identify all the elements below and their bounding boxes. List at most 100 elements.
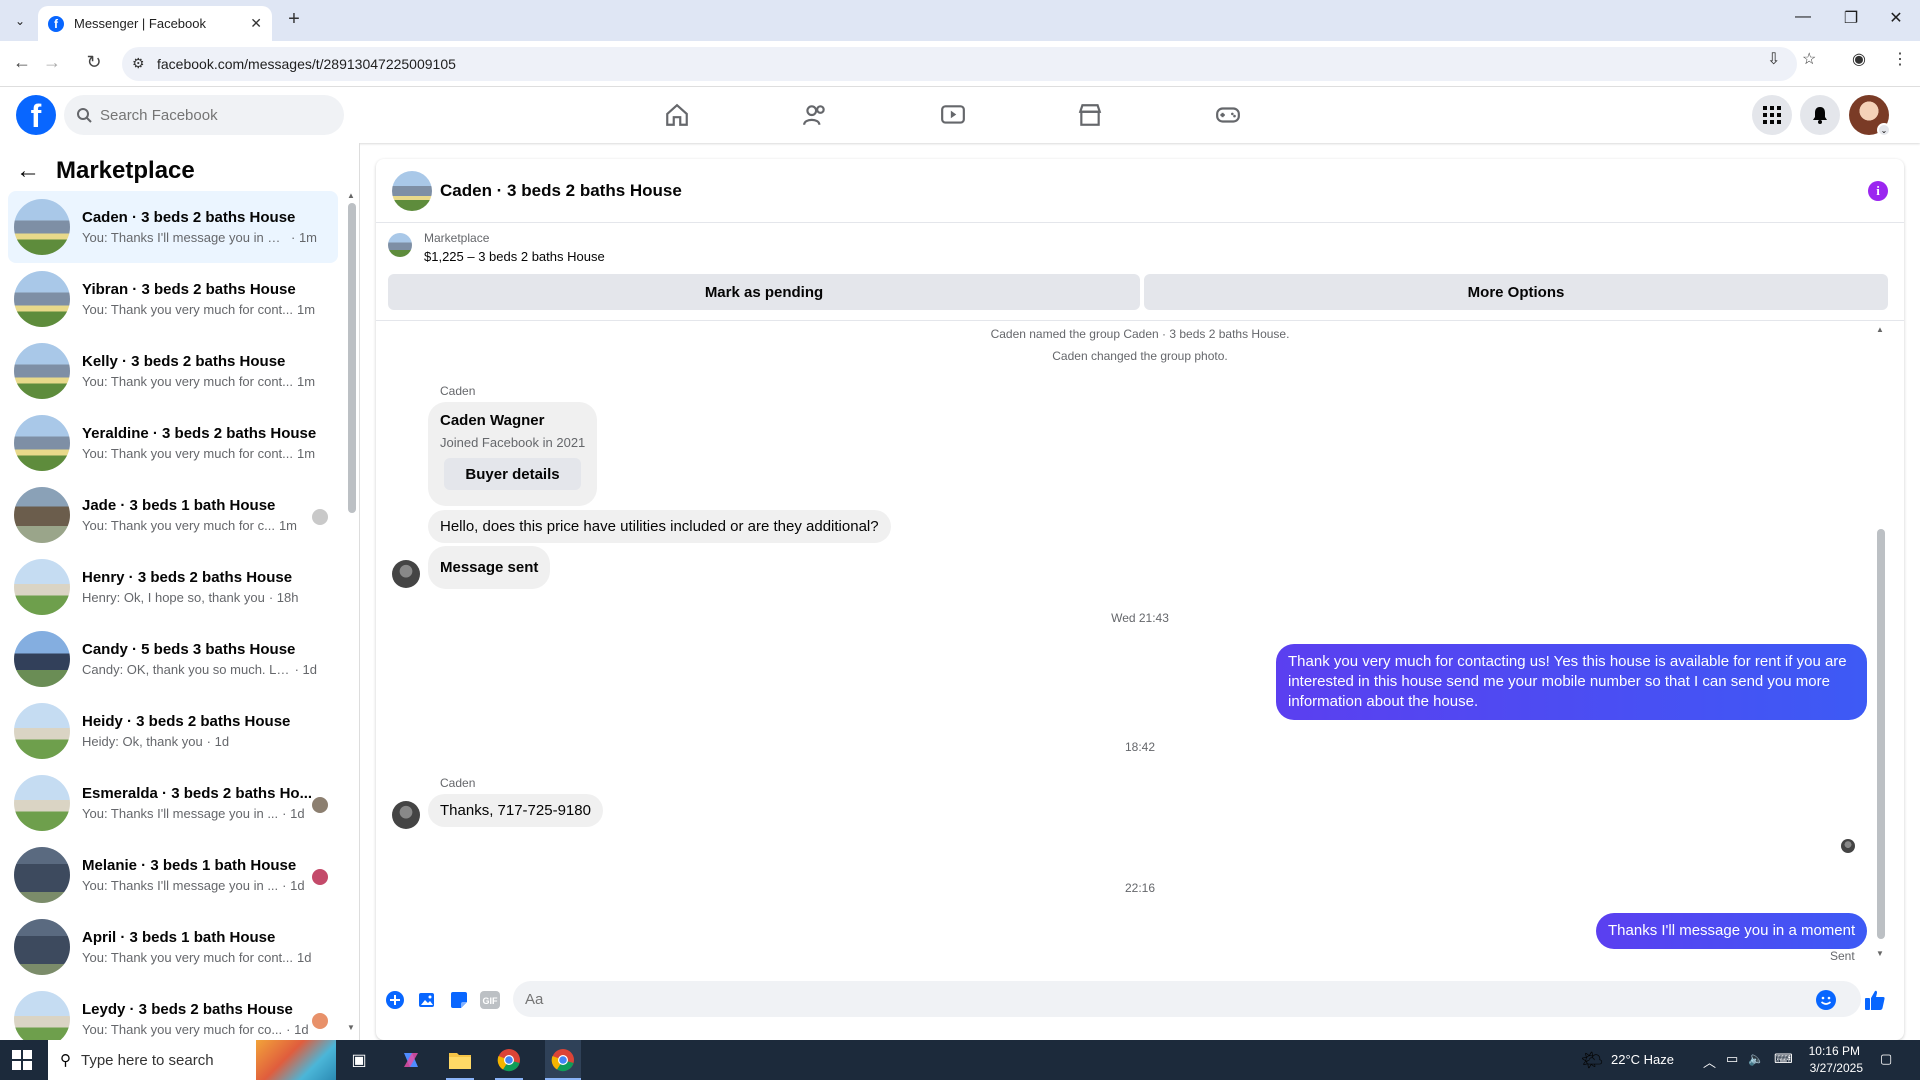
scroll-up-icon[interactable]: ▲ [347,191,355,200]
conversation-item[interactable]: Melanie · 3 beds 1 bath House You: Thanks… [8,839,338,911]
conversation-name: Jade · 3 beds 1 bath House [82,497,276,514]
url-text[interactable]: facebook.com/messages/t/2891304722500910… [157,56,456,72]
conversation-item[interactable]: Henry · 3 beds 2 baths House Henry: Ok, I… [8,551,338,623]
account-chevron-down-icon[interactable]: ⌄ [1877,123,1891,137]
back-icon[interactable]: ← [10,52,34,73]
tab-search-dropdown-icon[interactable]: ⌄ [8,9,32,33]
conversation-item[interactable]: Leydy · 3 beds 2 baths House You: Thank y… [8,983,338,1040]
chat-title[interactable]: Caden · 3 beds 2 baths House [440,181,682,201]
conversation-name: Yibran · 3 beds 2 baths House [82,281,296,298]
preview-text: Heidy: Ok, thank you [82,734,203,749]
info-icon[interactable]: i [1868,181,1888,201]
menu-grid-icon[interactable] [1752,95,1792,135]
conversation-item[interactable]: Esmeralda · 3 beds 2 baths Ho... You: Tha… [8,767,338,839]
new-tab-icon[interactable]: + [282,8,306,31]
search-input[interactable] [100,106,320,124]
keyboard-icon[interactable]: ⌨ [1774,1051,1793,1067]
file-explorer-icon[interactable] [446,1046,474,1074]
copilot-icon[interactable] [397,1046,425,1074]
buyer-details-button[interactable]: Buyer details [444,458,581,490]
conversation-item[interactable]: Caden · 3 beds 2 baths House You: Thanks … [8,191,338,263]
like-thumb-icon[interactable] [1864,989,1886,1011]
preview-time: · 1d [206,734,230,749]
listing-thumbnail [14,415,70,471]
message-input[interactable] [513,981,1861,1017]
preview-time: 1m [297,374,316,389]
bookmark-star-icon[interactable]: ☆ [1802,49,1816,69]
chat-scroll-up-icon[interactable]: ▲ [1876,325,1884,334]
forward-icon[interactable]: → [40,52,64,73]
facebook-search[interactable] [64,95,344,135]
conversation-item[interactable]: Candy · 5 beds 3 baths House Candy: OK, t… [8,623,338,695]
close-tab-icon[interactable]: ✕ [250,15,262,32]
preview-time: 1d [297,950,312,965]
conversation-item[interactable]: Jade · 3 beds 1 bath House You: Thank you… [8,479,338,551]
incoming-message[interactable]: Thanks, 717-725-9180 [428,794,603,827]
restore-icon[interactable]: ❐ [1836,8,1866,28]
volume-icon[interactable]: 🔈 [1748,1051,1764,1067]
site-settings-icon[interactable]: ⚙ [132,55,145,72]
minimize-icon[interactable]: — [1788,8,1818,26]
outgoing-message[interactable]: Thanks I'll message you in a moment [1596,913,1868,949]
marketplace-icon[interactable] [1074,99,1106,131]
sender-avatar[interactable] [392,801,420,829]
mark-as-pending-button[interactable]: Mark as pending [388,274,1140,310]
plus-icon[interactable] [384,989,406,1011]
network-icon[interactable]: ▭ [1726,1051,1738,1067]
address-bar: ← → ↻ ⚙ facebook.com/messages/t/28913047… [0,41,1920,87]
video-icon[interactable] [937,99,969,131]
omnibox[interactable]: ⚙ facebook.com/messages/t/28913047225009… [122,47,1797,81]
friends-icon[interactable] [799,99,831,131]
browser-menu-icon[interactable]: ⋮ [1892,49,1908,69]
taskbar-search[interactable]: ⚲ Type here to search [48,1040,256,1080]
incoming-message[interactable]: Hello, does this price have utilities in… [428,510,891,543]
chrome-icon[interactable] [495,1046,523,1074]
preview-text: You: Thank you very much for cont... [82,950,294,965]
incoming-message[interactable]: Message sent [428,546,551,589]
task-view-icon[interactable]: ▣ [345,1046,373,1074]
chat-scroll-down-icon[interactable]: ▼ [1876,949,1884,958]
weather-text[interactable]: 22°C Haze [1611,1052,1674,1067]
home-icon[interactable] [661,99,693,131]
clock-date[interactable]: 3/27/2025 [1801,1061,1863,1075]
panel-title: Marketplace [56,157,195,184]
install-app-icon[interactable]: ⇩ [1767,49,1780,69]
facebook-favicon-icon: f [48,15,64,32]
preview-time: 1m [278,518,297,533]
timestamp: 18:42 [1124,740,1156,754]
photo-icon[interactable] [416,989,438,1011]
sticker-icon[interactable] [448,989,470,1011]
clock-time[interactable]: 10:16 PM [1804,1044,1860,1058]
conversation-item[interactable]: Yeraldine · 3 beds 2 baths House You: Tha… [8,407,338,479]
conversation-item[interactable]: Yibran · 3 beds 2 baths House You: Thank … [8,263,338,335]
emoji-icon[interactable] [1815,989,1837,1011]
gif-icon[interactable]: GIF [479,989,501,1011]
windows-start-icon[interactable] [12,1050,32,1070]
conversation-scrollbar[interactable] [348,203,356,513]
reload-icon[interactable]: ↻ [82,52,106,73]
chat-scrollbar[interactable] [1877,529,1885,939]
sender-avatar[interactable] [392,560,420,588]
scroll-down-icon[interactable]: ▼ [347,1023,355,1032]
back-arrow-icon[interactable]: ← [16,157,46,185]
chat-avatar[interactable] [392,171,432,211]
weather-icon[interactable]: 🌤 [1578,1046,1606,1074]
conversation-item[interactable]: April · 3 beds 1 bath House You: Thank yo… [8,911,338,983]
preview-time: 1m [297,302,316,317]
gaming-icon[interactable] [1212,99,1244,131]
conversation-item[interactable]: Heidy · 3 beds 2 baths House Heidy: Ok, t… [8,695,338,767]
profile-icon[interactable]: ◉ [1852,49,1866,69]
notification-center-icon[interactable]: ▢ [1880,1051,1892,1067]
facebook-logo-icon[interactable]: f [16,95,56,135]
more-options-button[interactable]: More Options [1144,274,1888,310]
outgoing-message[interactable]: Thank you very much for contacting us! Y… [1276,644,1867,720]
conversation-text: Heidy · 3 beds 2 baths House Heidy: Ok, t… [82,713,317,749]
show-hidden-icons-icon[interactable]: ︿ [1703,1052,1716,1071]
conversation-item[interactable]: Kelly · 3 beds 2 baths House You: Thank y… [8,335,338,407]
close-window-icon[interactable]: ✕ [1881,8,1911,28]
browser-tab[interactable]: f Messenger | Facebook ✕ [38,6,272,41]
account-avatar[interactable]: ⌄ [1849,95,1891,137]
widgets-news-icon[interactable] [256,1040,336,1080]
chrome-active-window-icon[interactable] [545,1040,581,1080]
notifications-bell-icon[interactable] [1800,95,1840,135]
